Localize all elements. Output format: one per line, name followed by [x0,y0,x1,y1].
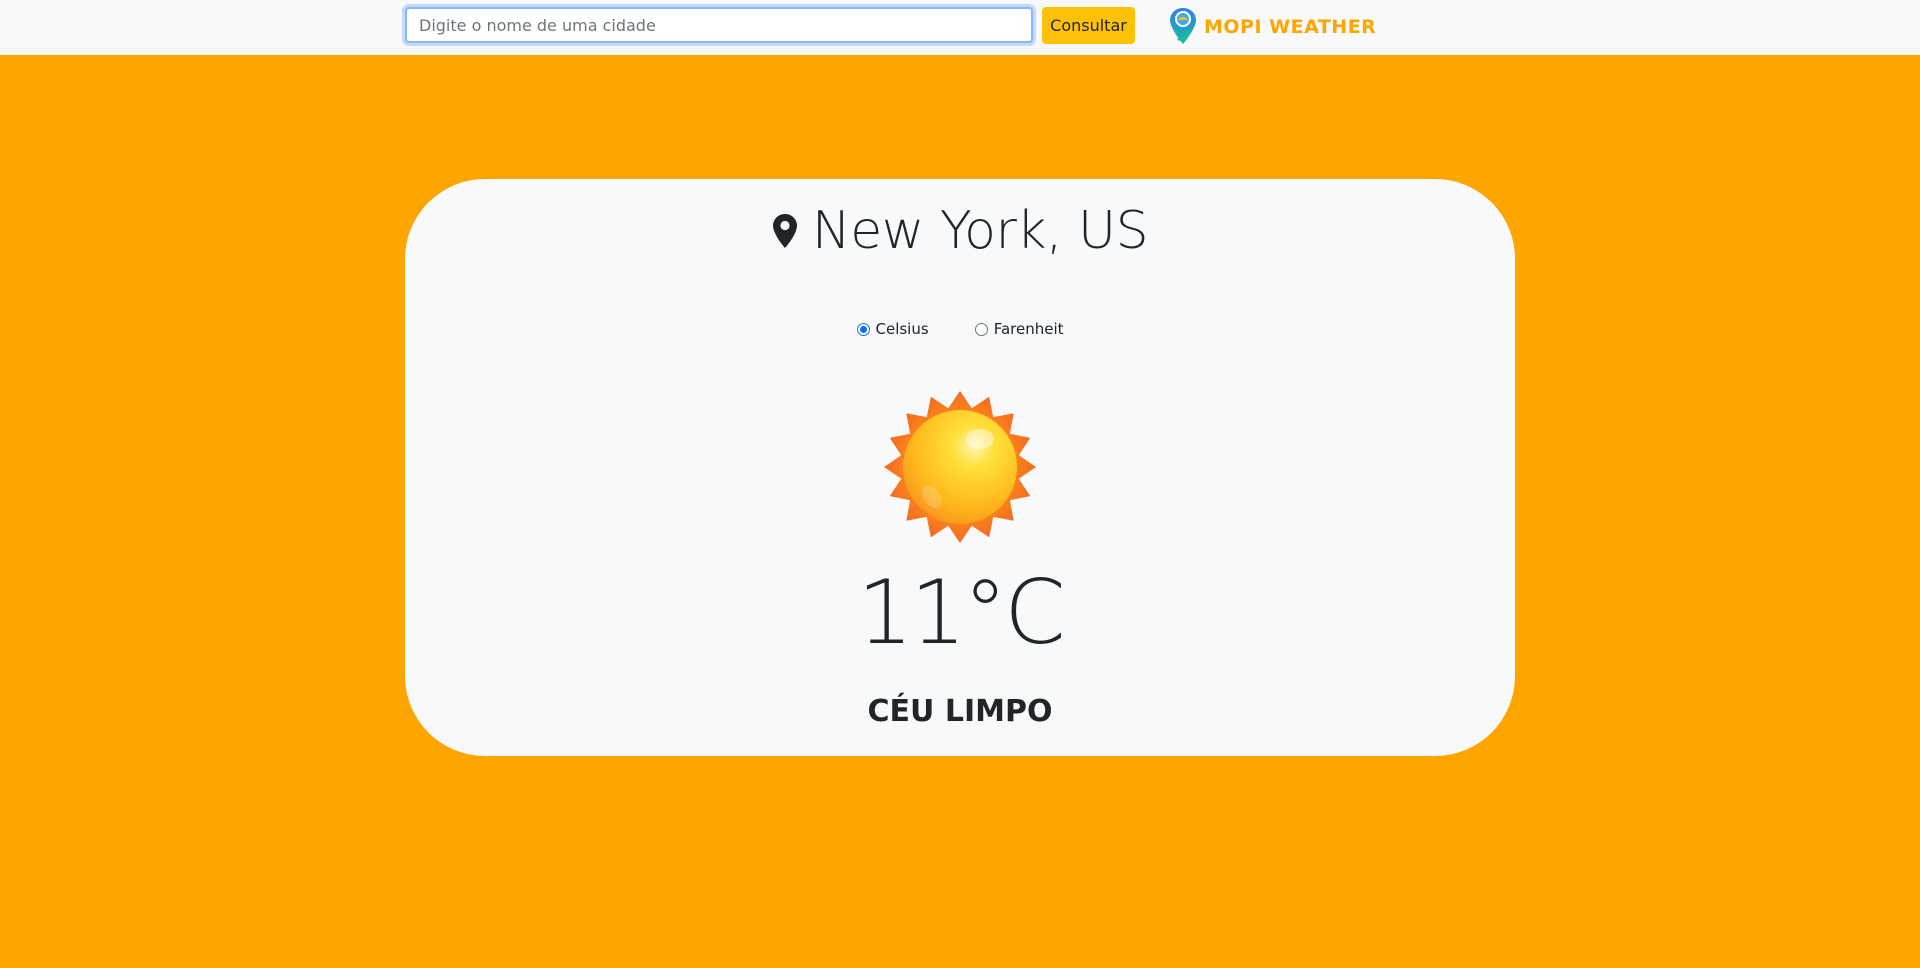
brand-name: MOPI WEATHER [1204,16,1377,38]
location-heading: New York, US [405,201,1515,261]
city-name: New York, US [811,201,1149,261]
consult-button[interactable]: Consultar [1042,7,1135,44]
farenheit-label: Farenheit [993,320,1064,338]
celsius-radio[interactable] [856,322,870,336]
weather-description: CÉU LIMPO [867,694,1053,729]
unit-option-farenheit[interactable]: Farenheit [974,320,1064,338]
unit-option-celsius[interactable]: Celsius [856,320,929,338]
city-search-input[interactable] [405,7,1033,43]
sun-icon [884,391,1036,543]
unit-selector: Celsius Farenheit [405,320,1515,338]
top-navbar: Consultar MOPI WEATHER [0,0,1920,55]
celsius-label: Celsius [875,320,929,338]
brand[interactable]: MOPI WEATHER [1168,6,1376,48]
map-pin-icon [772,214,797,248]
temperature: 11°C [857,561,1065,664]
map-pin-globe-icon [1170,8,1196,44]
farenheit-radio[interactable] [974,322,988,336]
weather-card: New York, US Celsius Farenheit 11°C CÉU … [405,179,1515,756]
